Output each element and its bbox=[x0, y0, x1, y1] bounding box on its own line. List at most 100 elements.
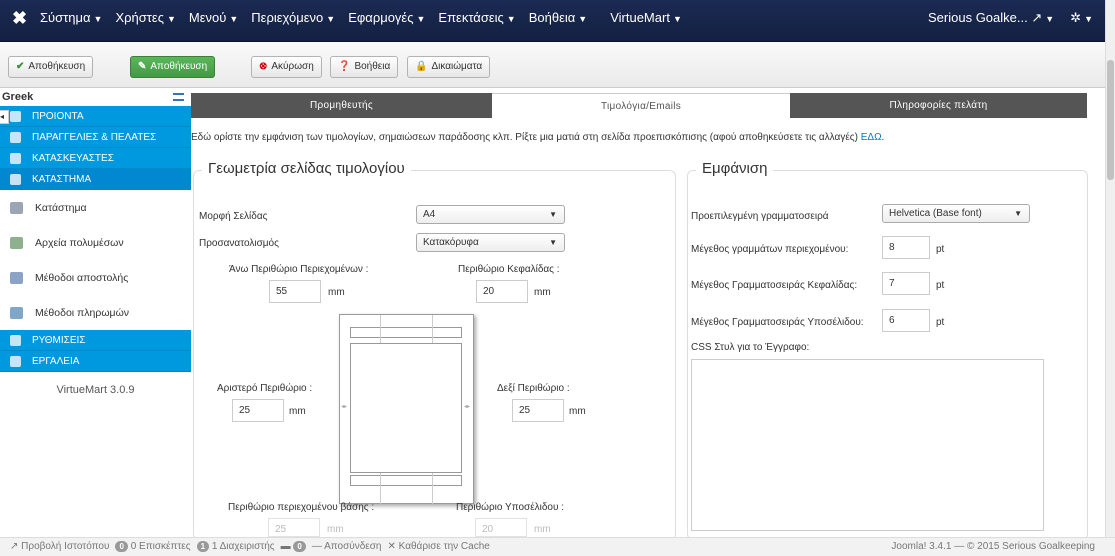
sidebar-collapse-handle[interactable]: ◂ bbox=[0, 110, 9, 124]
sidebar-item-settings[interactable]: ΡΥΘΜΙΣΕΙΣ bbox=[0, 330, 191, 351]
sidebar-item-label: ΠΑΡΑΓΓΕΛΙΕΣ & ΠΕΛΑΤΕΣ bbox=[32, 131, 157, 143]
guide-line bbox=[432, 473, 433, 504]
tab-vendor[interactable]: Προμηθευτής bbox=[191, 93, 492, 118]
caret-icon: ▼ bbox=[416, 14, 426, 24]
user-menu[interactable]: Serious Goalke... ↗ ▼ bbox=[928, 10, 1054, 26]
menu-virtuemart[interactable]: VirtueMart ▼ bbox=[610, 10, 682, 25]
caret-icon: ▼ bbox=[672, 14, 682, 24]
menu-system[interactable]: Σύστημα ▼ bbox=[40, 10, 102, 25]
menu-components[interactable]: Εφαρμογές ▼ bbox=[348, 10, 425, 25]
menu-help[interactable]: Βοήθεια ▼ bbox=[529, 10, 587, 25]
sidebar-subitem-payment[interactable]: Μέθοδοι πληρωμών bbox=[0, 295, 191, 330]
truck-icon bbox=[10, 271, 23, 284]
scrollbar-thumb[interactable] bbox=[1107, 60, 1114, 180]
menu-users[interactable]: Χρήστες ▼ bbox=[115, 10, 175, 25]
caret-icon: ▼ bbox=[93, 14, 103, 24]
button-label: Δικαιώματα bbox=[431, 61, 483, 72]
clear-cache-link[interactable]: ✕ Καθάρισε την Cache bbox=[387, 541, 489, 552]
status-text: 0 Επισκέπτες bbox=[130, 541, 191, 552]
products-icon bbox=[10, 110, 21, 122]
content-size-input[interactable]: 8 bbox=[882, 236, 930, 259]
sidebar-item-label: Μέθοδοι αποστολής bbox=[35, 271, 129, 284]
status-left: ↗ Προβολή Ιστοτόπου 0 0 Επισκέπτες 1 1 Δ… bbox=[10, 541, 490, 552]
pt-label: pt bbox=[936, 280, 945, 291]
orientation-select[interactable]: Κατακόρυφα ▼ bbox=[416, 233, 565, 252]
payment-icon bbox=[10, 306, 23, 319]
footer-size-input[interactable]: 6 bbox=[882, 309, 930, 332]
logout-link[interactable]: — Αποσύνδεση bbox=[312, 541, 382, 552]
help-button[interactable]: ❓ Βοήθεια bbox=[330, 56, 399, 78]
menu-menus[interactable]: Μενού ▼ bbox=[189, 10, 238, 25]
user-name: Serious Goalke... bbox=[928, 10, 1028, 25]
minus-icon: — bbox=[311, 541, 322, 552]
left-margin-label: Αριστερό Περιθώριο : bbox=[217, 383, 313, 394]
select-value: Helvetica (Base font) bbox=[889, 208, 982, 219]
sidebar-item-label: ΕΡΓΑΛΕΙΑ bbox=[32, 355, 80, 367]
count-badge: 1 bbox=[196, 541, 210, 552]
page-scrollbar[interactable] bbox=[1105, 0, 1115, 537]
geometry-title: Γεωμετρία σελίδας τιμολογίου bbox=[202, 160, 411, 177]
sidebar-item-orders[interactable]: ΠΑΡΑΓΓΕΛΙΕΣ & ΠΕΛΑΤΕΣ bbox=[0, 127, 191, 148]
sidebar-item-shop[interactable]: ΚΑΤΑΣΤΗΜΑ bbox=[0, 169, 191, 190]
menu-toggle-icon[interactable] bbox=[173, 93, 184, 101]
sidebar-item-label: ΚΑΤΑΣΚΕΥΑΣΤΕΣ bbox=[32, 152, 114, 164]
manufacturers-icon bbox=[10, 152, 21, 164]
menu-content[interactable]: Περιεχόμενο ▼ bbox=[251, 10, 335, 25]
menu-label: Βοήθεια bbox=[528, 10, 576, 25]
caret-icon: ▼ bbox=[1084, 14, 1093, 24]
sidebar-header: Greek bbox=[0, 88, 191, 106]
header-size-input[interactable]: 7 bbox=[882, 272, 930, 295]
copyright-text: Joomla! 3.4.1 — © 2015 Serious Goalkeepi… bbox=[891, 541, 1095, 552]
font-select[interactable]: Helvetica (Base font) ▼ bbox=[882, 204, 1030, 223]
sidebar-subitem-shop[interactable]: Κατάστημα bbox=[0, 190, 191, 225]
content-size-label: Μέγεθος γραμμάτων περιεχομένου: bbox=[691, 244, 849, 255]
version-label: VirtueMart 3.0.9 bbox=[56, 384, 135, 396]
lock-icon: 🔒 bbox=[415, 61, 428, 72]
left-arrow-icon: ◂▸ bbox=[341, 404, 348, 410]
sidebar-item-products[interactable]: ΠΡΟΙΟΝΤΑ bbox=[0, 106, 191, 127]
dropdown-arrow-icon: ▼ bbox=[549, 238, 557, 247]
sidebar-subitem-shipping[interactable]: Μέθοδοι αποστολής bbox=[0, 260, 191, 295]
save-button[interactable]: ✔ Αποθήκευση bbox=[8, 56, 94, 78]
save-close-button[interactable]: ✎ Αποθήκευση bbox=[130, 56, 216, 78]
menu-label: Χρήστες bbox=[115, 10, 164, 25]
menu-extensions[interactable]: Επεκτάσεις ▼ bbox=[438, 10, 515, 25]
sidebar-item-tools[interactable]: ΕΡΓΑΛΕΙΑ bbox=[0, 351, 191, 372]
left-margin-input[interactable]: 25 bbox=[232, 399, 284, 422]
header-band bbox=[350, 327, 462, 338]
footer-margin-input[interactable]: 20 bbox=[475, 518, 527, 537]
sidebar-item-manufacturers[interactable]: ΚΑΤΑΣΚΕΥΑΣΤΕΣ bbox=[0, 148, 191, 169]
edit-icon: ✎ bbox=[138, 61, 147, 72]
bottom-margin-input[interactable]: 25 bbox=[268, 518, 320, 537]
top-margin-input[interactable]: 55 bbox=[269, 280, 321, 303]
tab-customer-info[interactable]: Πληροφορίες πελάτη bbox=[790, 93, 1087, 118]
visitors-status: 0 0 Επισκέπτες bbox=[115, 541, 191, 552]
status-text: 1 Διαχειριστής bbox=[211, 541, 275, 552]
permissions-button[interactable]: 🔒 Δικαιώματα bbox=[407, 56, 491, 78]
cancel-button[interactable]: ⊗ Ακύρωση bbox=[251, 56, 322, 78]
dropdown-arrow-icon: ▼ bbox=[1014, 209, 1022, 218]
joomla-logo-icon[interactable]: ✖ bbox=[12, 8, 27, 29]
caret-icon: ▼ bbox=[326, 14, 336, 24]
sidebar-item-label: Κατάστημα bbox=[35, 201, 87, 214]
font-label: Προεπιλεγμένη γραμματοσειρά bbox=[691, 211, 829, 222]
pt-label: pt bbox=[936, 317, 945, 328]
check-icon: ✔ bbox=[16, 61, 25, 72]
view-site-link[interactable]: ↗ Προβολή Ιστοτόπου bbox=[10, 541, 109, 552]
page-format-select[interactable]: A4 ▼ bbox=[416, 205, 565, 224]
menu-label: Σύστημα bbox=[40, 10, 91, 25]
tab-invoices[interactable]: Τιμολόγια/Emails bbox=[492, 93, 790, 118]
right-margin-input[interactable]: 25 bbox=[512, 399, 564, 422]
css-textarea[interactable] bbox=[691, 359, 1044, 531]
select-value: Κατακόρυφα bbox=[423, 237, 479, 248]
preview-link[interactable]: ΕΔΩ bbox=[861, 132, 882, 143]
settings-menu[interactable]: ✲ ▼ bbox=[1070, 10, 1093, 26]
bottom-margin-label: Περιθώριο περιεχομένου βάσης : bbox=[228, 502, 375, 513]
caret-icon: ▼ bbox=[229, 14, 239, 24]
messages-status[interactable]: ▬ 0 bbox=[281, 541, 306, 552]
header-margin-input[interactable]: 20 bbox=[476, 280, 528, 303]
app-window: ✖ Σύστημα ▼ Χρήστες ▼ Μενού ▼ Περιεχόμενο ▼ … bbox=[0, 0, 1115, 556]
sidebar-subitem-media[interactable]: Αρχεία πολυμέσων bbox=[0, 225, 191, 260]
content-area bbox=[350, 343, 462, 473]
tab-bar: Προμηθευτής Τιμολόγια/Emails Πληροφορίες… bbox=[191, 93, 1087, 118]
